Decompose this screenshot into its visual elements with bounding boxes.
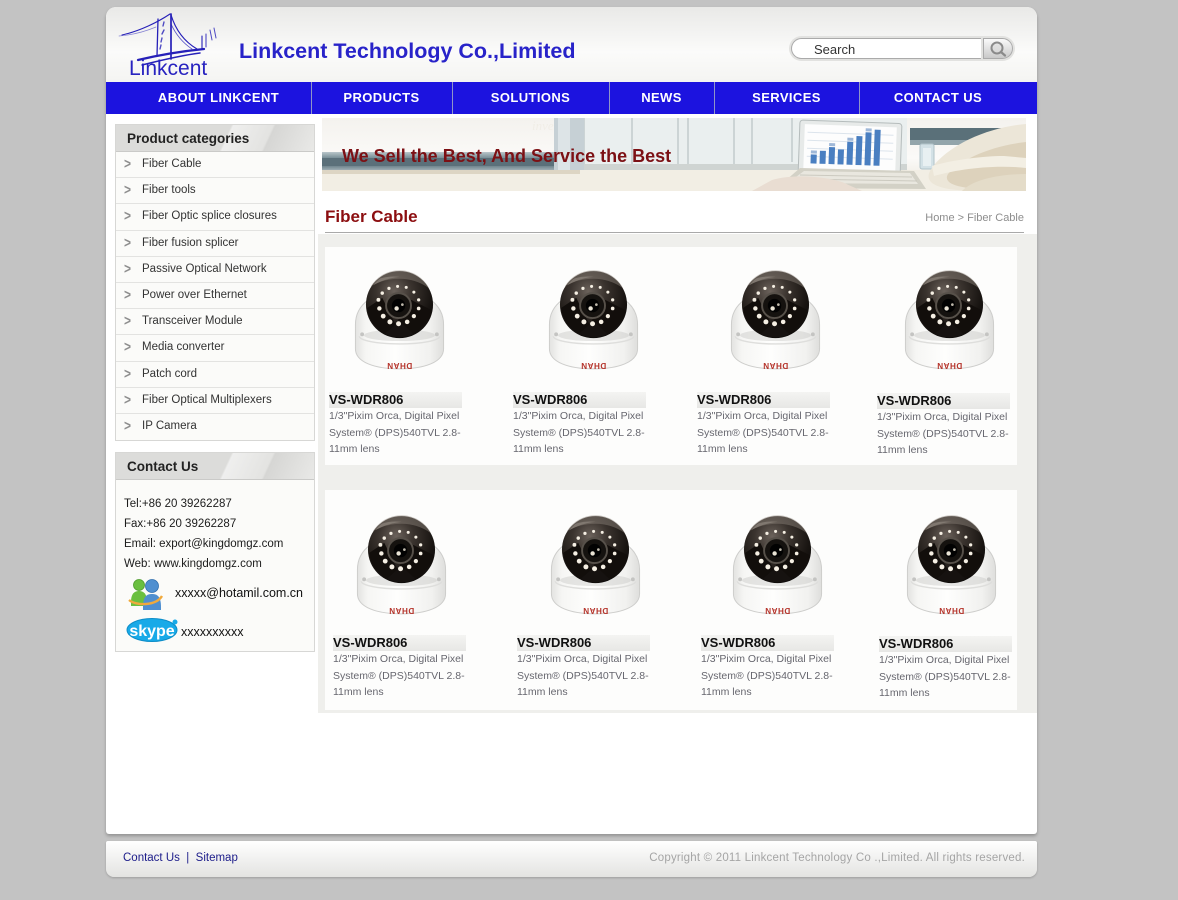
svg-text:Linkcent: Linkcent: [129, 57, 207, 80]
svg-text:skype: skype: [129, 623, 174, 640]
svg-text:We Sell the Best, And Service: We Sell the Best, And Service the Best: [342, 146, 671, 166]
